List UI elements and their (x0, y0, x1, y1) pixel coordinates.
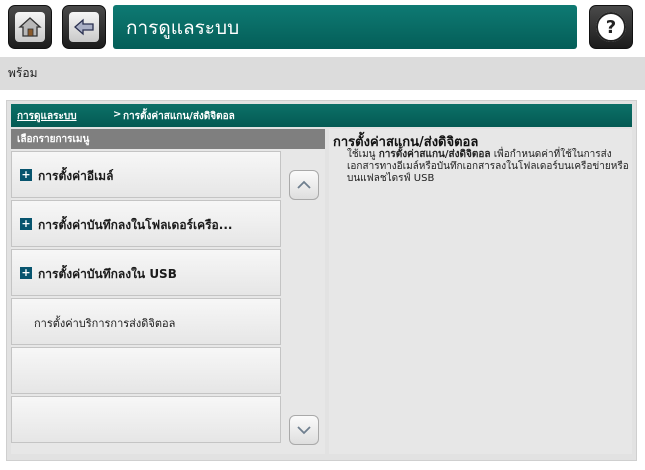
breadcrumb: การดูแลระบบ > การตั้งค่าสแกน/ส่งดิจิตอล (11, 104, 632, 127)
main-panel: การดูแลระบบ > การตั้งค่าสแกน/ส่งดิจิตอล … (6, 100, 637, 461)
scroll-down-button[interactable] (289, 415, 319, 445)
chevron-up-icon (297, 180, 311, 189)
scroll-up-button[interactable] (289, 170, 319, 200)
svg-text:?: ? (606, 17, 616, 38)
header-bar: การดูแลระบบ ? (0, 0, 645, 56)
chevron-down-icon (297, 426, 311, 435)
menu-item-label: การตั้งค่าอีเมล์ (38, 169, 114, 183)
menu-item-label: การตั้งค่าบันทึกลงในโฟลเดอร์เครือ... (38, 218, 233, 232)
menu-item-empty (11, 347, 281, 394)
menu-item-label: การตั้งค่าบริการการส่งดิจิตอล (34, 317, 176, 330)
info-description: ใช้เมนู การตั้งค่าสแกน/ส่งดิจิตอล เพื่อก… (347, 149, 629, 185)
breadcrumb-link-administration[interactable]: การดูแลระบบ (17, 109, 77, 124)
menu-header-label: เลือกรายการเมนู (17, 134, 90, 145)
home-icon (15, 12, 45, 42)
info-intro: ใช้เมนู (347, 149, 376, 160)
menu-item-save-to-usb[interactable]: + การตั้งค่าบันทึกลงใน USB (11, 249, 281, 296)
menu-item-label: การตั้งค่าบันทึกลงใน USB (38, 267, 177, 281)
breadcrumb-current: การตั้งค่าสแกน/ส่งดิจิตอล (123, 111, 235, 122)
menu-item-save-to-network-folder[interactable]: + การตั้งค่าบันทึกลงในโฟลเดอร์เครือ... (11, 200, 281, 247)
help-button[interactable]: ? (589, 5, 633, 49)
status-text: พร้อม (8, 66, 38, 80)
plus-icon: + (20, 168, 32, 181)
menu-item-empty (11, 396, 281, 443)
menu-item-digital-sending-service[interactable]: การตั้งค่าบริการการส่งดิจิตอล (11, 298, 281, 345)
status-bar: พร้อม (0, 57, 645, 90)
help-info-panel: การตั้งค่าสแกน/ส่งดิจิตอล ใช้เมนู การตั้… (329, 129, 632, 454)
back-arrow-icon (69, 12, 99, 42)
plus-icon: + (20, 217, 32, 230)
info-highlight: การตั้งค่าสแกน/ส่งดิจิตอล (378, 149, 491, 160)
home-button[interactable] (8, 5, 52, 49)
breadcrumb-separator: > (113, 109, 122, 120)
menu-list: เลือกรายการเมนู + การตั้งค่าอีเมล์ + การ… (11, 129, 325, 454)
title-bar: การดูแลระบบ (113, 5, 577, 49)
page-title: การดูแลระบบ (126, 17, 240, 39)
question-mark-icon: ? (596, 12, 626, 42)
menu-item-email-setup[interactable]: + การตั้งค่าอีเมล์ (11, 151, 281, 198)
plus-icon: + (20, 266, 32, 279)
menu-header: เลือกรายการเมนู (11, 129, 325, 149)
back-button[interactable] (62, 5, 106, 49)
